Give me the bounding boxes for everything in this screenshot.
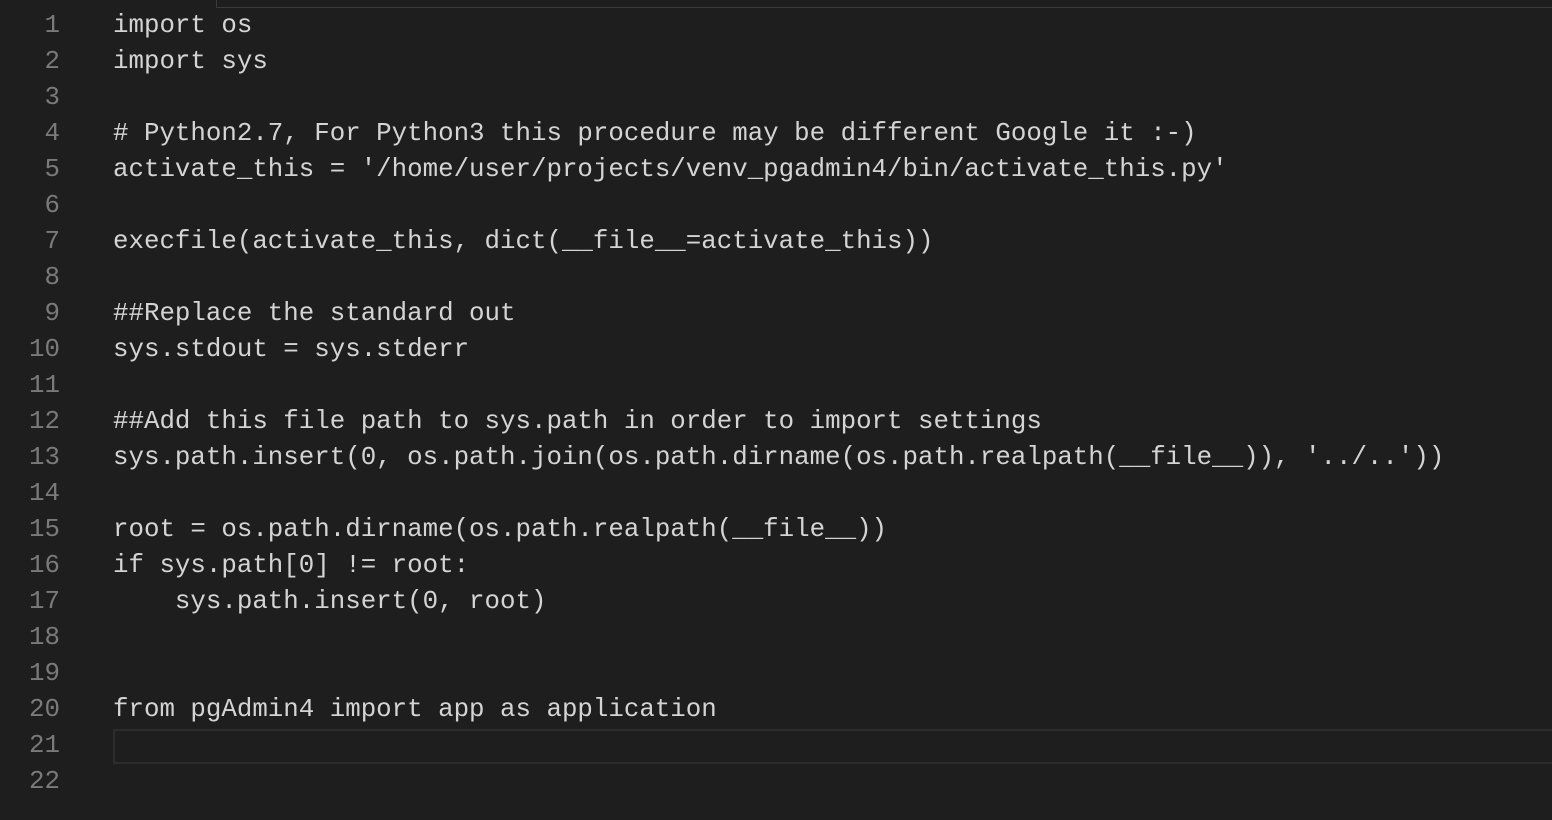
code-line[interactable]: 7 execfile(activate_this, dict(__file__=a… (0, 224, 1552, 260)
code-line[interactable]: 2 import sys (0, 44, 1552, 80)
line-number: 15 (29, 515, 60, 544)
code-line[interactable]: 12 ##Add this file path to sys.path in or… (0, 404, 1552, 440)
code-text[interactable]: # Python2.7, For Python3 this procedure … (113, 116, 1197, 152)
code-line[interactable]: 10 sys.stdout = sys.stderr (0, 332, 1552, 368)
code-line[interactable]: 11 (0, 368, 1552, 404)
code-text[interactable]: ##Add this file path to sys.path in orde… (113, 404, 1042, 440)
code-line[interactable]: 20 from pgAdmin4 import app as applicatio… (0, 692, 1552, 728)
line-number: 12 (29, 407, 60, 436)
code-line[interactable]: 1 import os (0, 8, 1552, 44)
line-number: 16 (29, 551, 60, 580)
code-text[interactable]: sys.path.insert(0, root) (113, 584, 547, 620)
line-number: 20 (29, 695, 60, 724)
code-line[interactable]: 14 (0, 476, 1552, 512)
line-number: 17 (29, 587, 60, 616)
code-line[interactable]: 3 (0, 80, 1552, 116)
code-line[interactable]: 5 activate_this = '/home/user/projects/ve… (0, 152, 1552, 188)
line-number: 21 (29, 731, 60, 760)
code-editor[interactable]: 1 import os 2 import sys 3 4 # Python2.7, For … (0, 0, 1552, 820)
code-text[interactable]: activate_this = '/home/user/projects/ven… (113, 152, 1228, 188)
code-text[interactable]: import os (113, 8, 252, 44)
line-number: 10 (29, 335, 60, 364)
code-line[interactable]: 19 (0, 656, 1552, 692)
line-number: 8 (44, 263, 60, 292)
code-text[interactable]: if sys.path[0] != root: (113, 548, 469, 584)
line-number: 4 (44, 119, 60, 148)
code-text[interactable]: from pgAdmin4 import app as application (113, 692, 717, 728)
code-line[interactable]: 15 root = os.path.dirname(os.path.realpat… (0, 512, 1552, 548)
code-line[interactable]: 13 sys.path.insert(0, os.path.join(os.pat… (0, 440, 1552, 476)
line-number: 6 (44, 191, 60, 220)
line-number: 11 (29, 371, 60, 400)
line-number: 2 (44, 47, 60, 76)
line-number: 1 (44, 11, 60, 40)
editor-top-frame (216, 0, 1552, 8)
code-text[interactable]: import sys (113, 44, 268, 80)
code-text[interactable]: sys.stdout = sys.stderr (113, 332, 469, 368)
line-number: 18 (29, 623, 60, 652)
line-number: 7 (44, 227, 60, 256)
line-number: 14 (29, 479, 60, 508)
code-line[interactable]: 17 sys.path.insert(0, root) (0, 584, 1552, 620)
code-line[interactable]: 22 (0, 764, 1552, 800)
code-text[interactable]: ##Replace the standard out (113, 296, 516, 332)
code-line[interactable]: 16 if sys.path[0] != root: (0, 548, 1552, 584)
line-number: 13 (29, 443, 60, 472)
line-number: 9 (44, 299, 60, 328)
code-line[interactable]: 6 (0, 188, 1552, 224)
code-text[interactable]: sys.path.insert(0, os.path.join(os.path.… (113, 440, 1444, 476)
code-line[interactable]: 8 (0, 260, 1552, 296)
code-text[interactable]: root = os.path.dirname(os.path.realpath(… (113, 512, 887, 548)
line-number: 19 (29, 659, 60, 688)
code-line[interactable]: 9 ##Replace the standard out (0, 296, 1552, 332)
line-number: 5 (44, 155, 60, 184)
line-number: 22 (29, 767, 60, 796)
code-line[interactable]: 4 # Python2.7, For Python3 this procedure… (0, 116, 1552, 152)
code-line[interactable]: 21 (0, 728, 1552, 764)
line-number: 3 (44, 83, 60, 112)
code-text[interactable]: execfile(activate_this, dict(__file__=ac… (113, 224, 933, 260)
code-line[interactable]: 18 (0, 620, 1552, 656)
